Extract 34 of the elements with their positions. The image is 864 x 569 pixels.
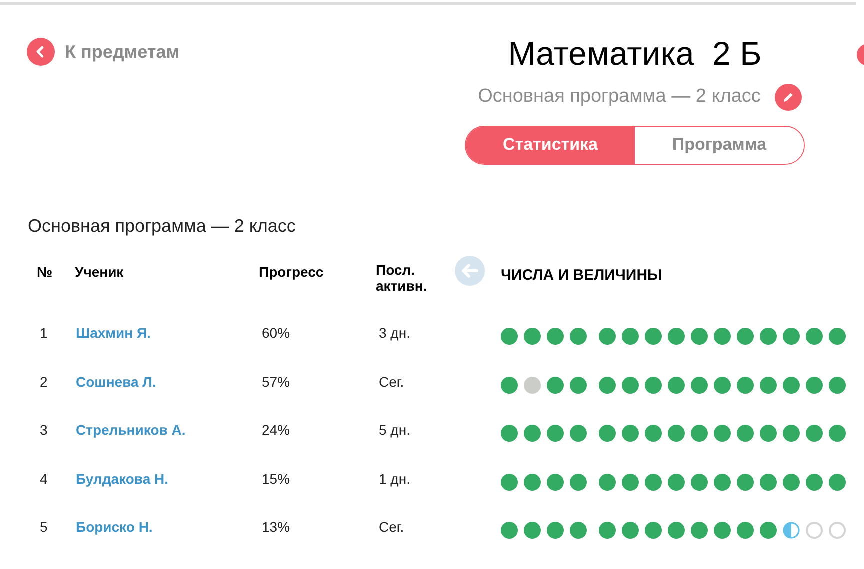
pencil-icon <box>782 90 795 104</box>
view-tab[interactable]: Статистика <box>466 126 635 164</box>
activity-cell-text: 3 дн. <box>379 324 412 344</box>
activity-cell-text: Сег. <box>379 372 406 392</box>
topic-header: ЧИСЛА И ВЕЛИЧИНЫ <box>501 266 664 286</box>
page-title: Математика 2 Б <box>508 34 762 74</box>
column-header: Прогресс <box>259 262 325 282</box>
chevron-left-icon <box>27 38 55 66</box>
progress-cell-text: 13% <box>262 518 292 538</box>
column-header: № <box>37 262 54 282</box>
row-number: 3 <box>40 421 49 440</box>
activity-cell-text: 5 дн. <box>379 421 412 440</box>
row-number: 2 <box>40 372 49 392</box>
column-header: Посл. активн. <box>376 262 428 294</box>
activity-cell-text: 1 дн. <box>379 470 412 489</box>
column-header: Ученик <box>75 262 125 282</box>
activity-cell-text: Сег. <box>379 518 406 538</box>
row-number: 1 <box>40 324 49 344</box>
back-link[interactable]: К предметам <box>27 38 440 66</box>
program-subtitle: Основная программа — 2 класс <box>478 85 761 109</box>
student-link[interactable]: Булдакова Н. <box>76 468 260 490</box>
row-number: 5 <box>40 518 49 538</box>
progress-cell-text: 60% <box>262 324 292 344</box>
section-title: Основная программа — 2 класс <box>27 214 297 238</box>
student-link[interactable]: Сошнева Л. <box>76 372 260 393</box>
progress-cell-text: 24% <box>262 421 292 440</box>
progress-cell-text: 57% <box>262 372 292 392</box>
student-link[interactable]: Стрельников А. <box>76 420 260 442</box>
progress-cell-text: 15% <box>262 470 292 489</box>
edit-button[interactable] <box>774 84 802 111</box>
student-link[interactable]: Шахмин Я. <box>76 323 260 344</box>
half-dot <box>783 522 800 540</box>
student-link[interactable]: Бориско Н. <box>76 517 260 538</box>
row-number: 4 <box>40 470 49 489</box>
